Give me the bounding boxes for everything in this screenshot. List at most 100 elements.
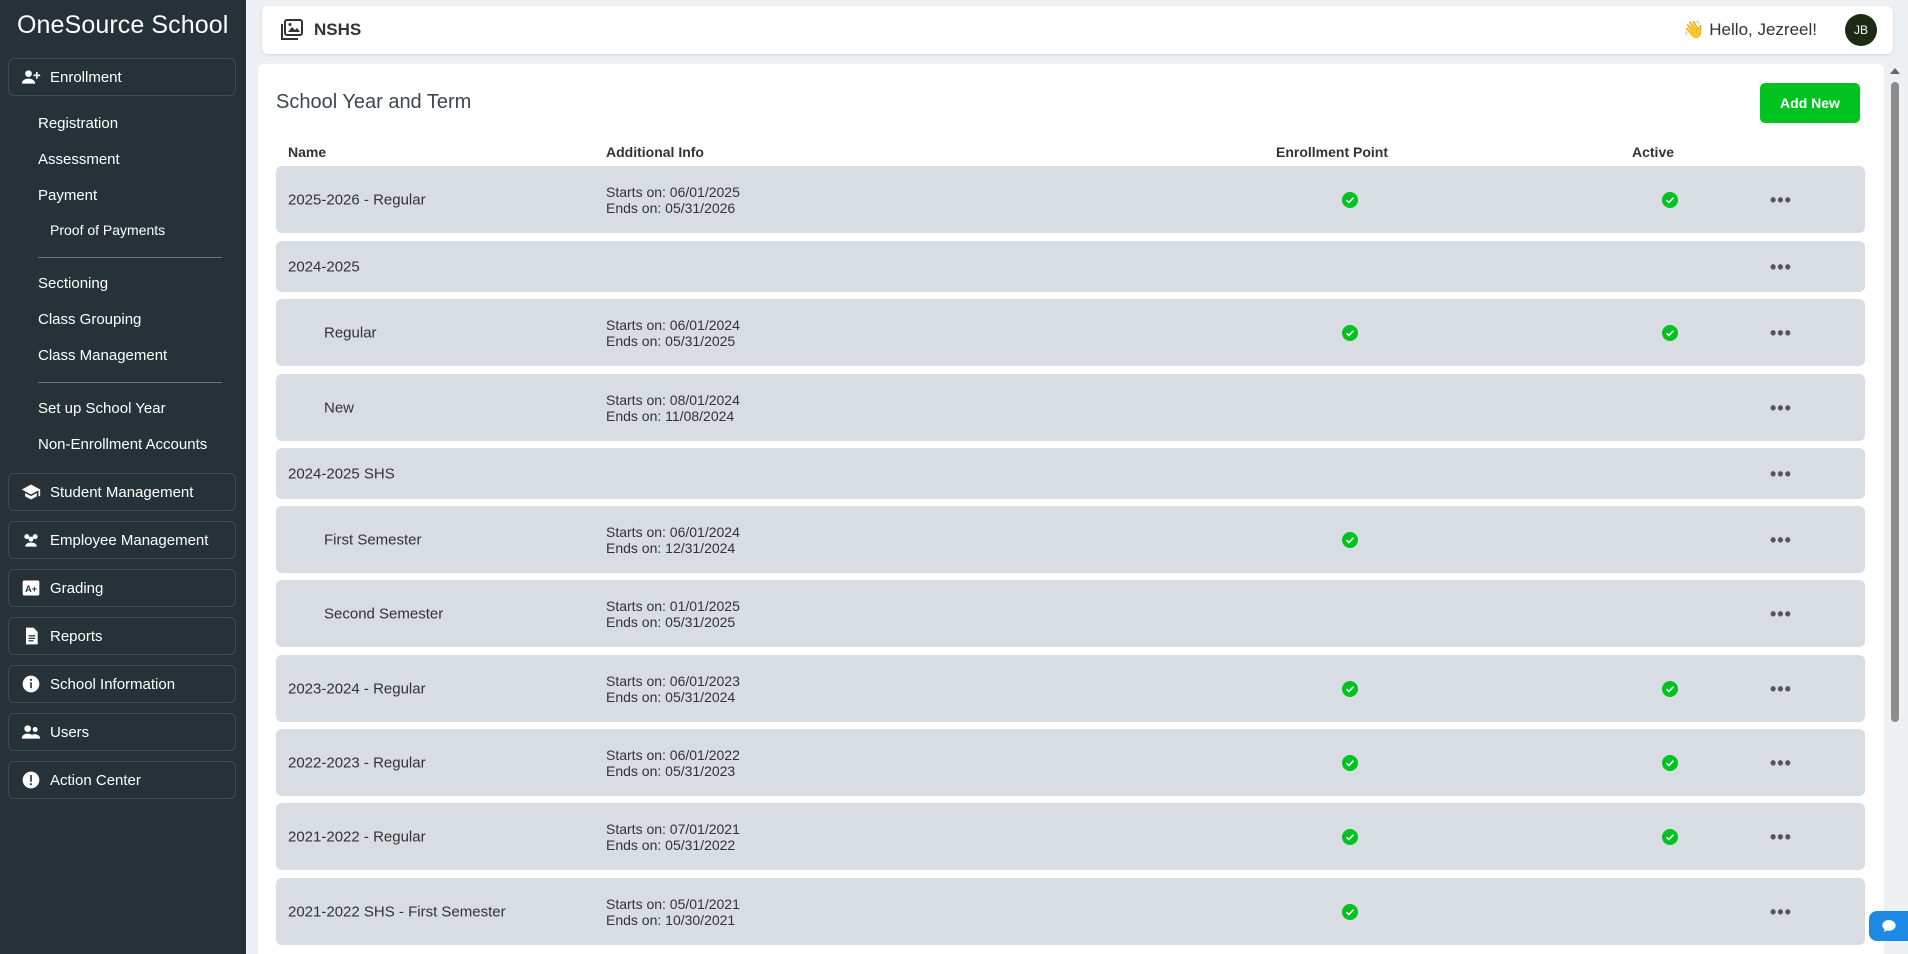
row-name: 2021-2022 SHS - First Semester <box>288 903 506 920</box>
row-start-date: Starts on: 06/01/2022 <box>606 746 740 763</box>
add-new-button[interactable]: Add New <box>1760 83 1860 123</box>
sidebar-group-label: School Information <box>50 675 176 693</box>
sidebar-divider <box>38 257 222 258</box>
sidebar-group-enrollment[interactable]: Enrollment <box>8 58 236 96</box>
document-icon <box>21 626 41 646</box>
row-end-date: Ends on: 05/31/2022 <box>606 836 736 853</box>
row-name: 2024-2025 <box>288 258 360 275</box>
row-end-date: Ends on: 12/31/2024 <box>606 539 736 556</box>
table-row[interactable]: Regular Starts on: 06/01/2024 Ends on: 05/… <box>276 299 1865 366</box>
page-title: School Year and Term <box>276 91 472 113</box>
enrollment-point-check-icon <box>1342 680 1358 697</box>
sidebar-item-proof-of-payments[interactable]: Proof of Payments <box>50 222 165 238</box>
more-options-icon[interactable]: ••• <box>1770 828 1792 846</box>
row-date-info: Starts on: 06/01/2022 Ends on: 05/31/2023 <box>606 747 740 779</box>
active-check-icon <box>1662 828 1678 845</box>
sidebar-group-student-management[interactable]: Student Management <box>8 473 236 511</box>
row-name: 2024-2025 SHS <box>288 465 395 482</box>
row-date-info: Starts on: 01/01/2025 Ends on: 05/31/2025 <box>606 598 740 630</box>
sidebar-group-reports[interactable]: Reports <box>8 617 236 655</box>
row-name: Regular <box>324 324 377 341</box>
more-options-icon[interactable]: ••• <box>1770 531 1792 549</box>
enrollment-point-check-icon <box>1342 903 1358 920</box>
more-options-icon[interactable]: ••• <box>1770 605 1792 623</box>
enrollment-point-check-icon <box>1342 531 1358 548</box>
top-header: NSHS 👋 Hello, Jezreel! JB <box>262 6 1893 54</box>
row-end-date: Ends on: 05/31/2026 <box>606 199 736 216</box>
scrollbar[interactable] <box>1888 64 1900 954</box>
enrollment-point-check-icon <box>1342 324 1358 341</box>
table-row[interactable]: Second Semester Starts on: 01/01/2025 Ends… <box>276 580 1865 647</box>
table-row[interactable]: 2021-2022 - Regular Starts on: 07/01/2021… <box>276 803 1865 870</box>
users-group-icon <box>21 530 41 550</box>
sidebar-item-payment[interactable]: Payment <box>38 187 97 204</box>
more-options-icon[interactable]: ••• <box>1770 191 1792 209</box>
row-name: 2025-2026 - Regular <box>288 191 426 208</box>
row-start-date: Starts on: 06/01/2025 <box>606 183 740 200</box>
enrollment-point-check-icon <box>1342 191 1358 208</box>
main-content: School Year and Term Add New Name Additi… <box>258 64 1884 954</box>
more-options-icon[interactable]: ••• <box>1770 903 1792 921</box>
table-row[interactable]: 2024-2025 SHS ••• <box>276 448 1865 499</box>
row-start-date: Starts on: 07/01/2021 <box>606 820 740 837</box>
row-name: 2023-2024 - Regular <box>288 680 426 697</box>
alert-icon <box>21 770 41 790</box>
sidebar-item-non-enrollment-accounts[interactable]: Non-Enrollment Accounts <box>38 436 207 453</box>
sidebar-group-action-center[interactable]: Action Center <box>8 761 236 799</box>
row-name: 2022-2023 - Regular <box>288 754 426 771</box>
row-date-info: Starts on: 06/01/2024 Ends on: 05/31/2025 <box>606 317 740 349</box>
chat-button[interactable] <box>1869 911 1908 941</box>
table-row[interactable]: 2022-2023 - Regular Starts on: 06/01/2022… <box>276 729 1865 796</box>
more-options-icon[interactable]: ••• <box>1770 399 1792 417</box>
more-options-icon[interactable]: ••• <box>1770 465 1792 483</box>
enrollment-point-check-icon <box>1342 754 1358 771</box>
sidebar-item-assessment[interactable]: Assessment <box>38 151 120 168</box>
images-icon <box>280 18 304 42</box>
row-date-info: Starts on: 06/01/2024 Ends on: 12/31/2024 <box>606 524 740 556</box>
scrollbar-thumb[interactable] <box>1891 82 1899 722</box>
table-row[interactable]: 2021-2022 SHS - First Semester Starts on:… <box>276 878 1865 945</box>
table-row[interactable]: First Semester Starts on: 06/01/2024 Ends … <box>276 506 1865 573</box>
row-start-date: Starts on: 01/01/2025 <box>606 597 740 614</box>
row-date-info: Starts on: 06/01/2025 Ends on: 05/31/2026 <box>606 184 740 216</box>
user-plus-icon <box>21 67 41 87</box>
column-header-active: Active <box>1632 144 1675 160</box>
table-row[interactable]: 2023-2024 - Regular Starts on: 06/01/2023… <box>276 655 1865 722</box>
sidebar-item-registration[interactable]: Registration <box>38 115 118 132</box>
active-check-icon <box>1662 324 1678 341</box>
sidebar-group-users[interactable]: Users <box>8 713 236 751</box>
sidebar-group-employee-management[interactable]: Employee Management <box>8 521 236 559</box>
sidebar-item-sectioning[interactable]: Sectioning <box>38 275 108 292</box>
sidebar-group-label: Enrollment <box>50 68 122 86</box>
more-options-icon[interactable]: ••• <box>1770 258 1792 276</box>
sidebar-group-label: Employee Management <box>50 531 209 549</box>
sidebar-item-class-management[interactable]: Class Management <box>38 347 167 364</box>
row-name: 2021-2022 - Regular <box>288 828 426 845</box>
active-check-icon <box>1662 680 1678 697</box>
grade-a-plus-icon: A+ <box>21 578 41 598</box>
row-end-date: Ends on: 05/31/2025 <box>606 613 736 630</box>
more-options-icon[interactable]: ••• <box>1770 754 1792 772</box>
enrollment-point-check-icon <box>1342 828 1358 845</box>
table-row[interactable]: 2025-2026 - Regular Starts on: 06/01/2025… <box>276 166 1865 233</box>
table-row[interactable]: New Starts on: 08/01/2024 Ends on: 11/08/2… <box>276 374 1865 441</box>
sidebar: OneSource School Enrollment Registration… <box>0 0 246 954</box>
sidebar-group-grading[interactable]: A+ Grading <box>8 569 236 607</box>
scroll-up-arrow[interactable] <box>1890 68 1900 74</box>
column-header-enrollment-point: Enrollment Point <box>1276 144 1388 160</box>
sidebar-item-class-grouping[interactable]: Class Grouping <box>38 311 141 328</box>
row-start-date: Starts on: 06/01/2023 <box>606 672 740 689</box>
row-start-date: Starts on: 06/01/2024 <box>606 523 740 540</box>
row-end-date: Ends on: 11/08/2024 <box>606 407 735 424</box>
row-date-info: Starts on: 06/01/2023 Ends on: 05/31/2024 <box>606 673 740 705</box>
row-date-info: Starts on: 05/01/2021 Ends on: 10/30/2021 <box>606 896 740 928</box>
more-options-icon[interactable]: ••• <box>1770 324 1792 342</box>
sidebar-item-set-up-school-year[interactable]: Set up School Year <box>38 400 166 417</box>
active-check-icon <box>1662 754 1678 771</box>
table-row[interactable]: 2024-2025 ••• <box>276 241 1865 292</box>
chat-icon <box>1881 920 1896 932</box>
more-options-icon[interactable]: ••• <box>1770 680 1792 698</box>
avatar[interactable]: JB <box>1845 14 1877 46</box>
info-icon <box>21 674 41 694</box>
sidebar-group-school-information[interactable]: School Information <box>8 665 236 703</box>
